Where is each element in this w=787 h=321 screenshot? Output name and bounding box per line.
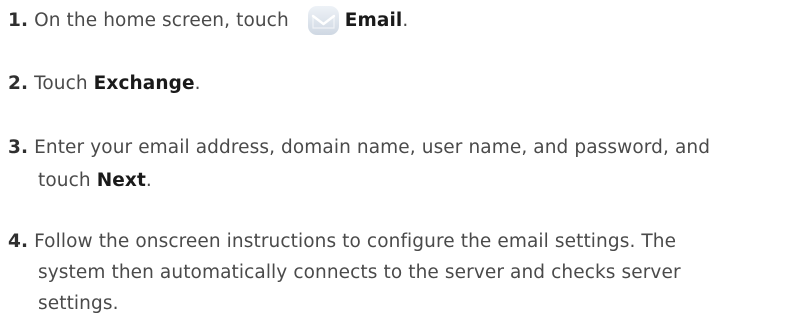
- step-text-end: .: [402, 10, 409, 31]
- step-1: 1. On the home screen, touch Email.: [8, 5, 408, 36]
- step-text-line-2: system then automatically connects to th…: [38, 262, 681, 283]
- step-4: 4. Follow the onscreen instructions to c…: [8, 226, 681, 319]
- email-app-icon: [307, 5, 340, 36]
- next-label: Next: [96, 170, 146, 191]
- step-text-end: .: [145, 170, 152, 191]
- step-number: 4.: [8, 231, 29, 252]
- step-text: Touch: [28, 73, 94, 94]
- email-label: Email: [344, 10, 403, 31]
- step-3: 3. Enter your email address, domain name…: [8, 132, 710, 196]
- step-text: On the home screen, touch: [28, 10, 295, 31]
- step-number: 1.: [8, 10, 29, 31]
- step-number: 2.: [8, 73, 29, 94]
- step-text-line-1: Follow the onscreen instructions to conf…: [28, 231, 677, 252]
- exchange-label: Exchange: [93, 73, 195, 94]
- step-number: 3.: [8, 137, 29, 158]
- step-text-line-3: settings.: [38, 293, 119, 314]
- step-text-line-1: Enter your email address, domain name, u…: [28, 137, 711, 158]
- step-text-end: .: [194, 73, 201, 94]
- step-2: 2. Touch Exchange.: [8, 68, 201, 99]
- step-text-line-2: touch: [38, 170, 97, 191]
